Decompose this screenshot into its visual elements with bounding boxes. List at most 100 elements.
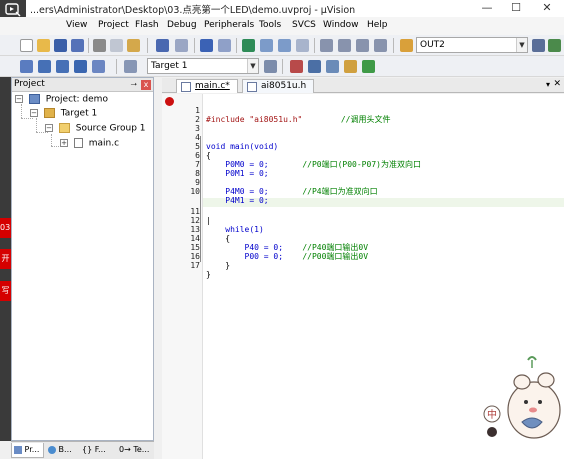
menu-debug[interactable]: Debug	[167, 20, 197, 30]
manage-project-icon[interactable]	[290, 60, 303, 73]
load-icon[interactable]	[92, 60, 105, 73]
code-line: 6 P0M0 = 0; //P0端口(P00-P07)为准双向口	[195, 151, 421, 169]
batch-build-icon[interactable]	[74, 60, 87, 73]
target-combo[interactable]: Target 1 ▼	[147, 58, 259, 74]
menu-svcs[interactable]: SVCS	[292, 20, 316, 30]
tab-label: 0→ Te...	[119, 445, 150, 454]
tree-item-label: Project: demo	[45, 94, 108, 105]
background-label: 开	[0, 249, 11, 269]
cartoon-sticker-icon: 中	[483, 356, 561, 439]
unindent-icon[interactable]	[338, 39, 351, 52]
tree-item-target[interactable]: − Target 1	[30, 108, 97, 122]
copy-icon[interactable]	[110, 39, 123, 52]
chevron-down-icon[interactable]: ▼	[247, 59, 258, 73]
pack-installer-icon[interactable]	[344, 60, 357, 73]
tab-templates[interactable]: 0→ Te...	[117, 443, 153, 458]
configure-icon[interactable]	[548, 39, 561, 52]
tree-item-source-group[interactable]: − Source Group 1	[45, 123, 146, 137]
pin-icon[interactable]: ⭢	[131, 79, 137, 89]
sticker-badge: 中	[487, 408, 497, 421]
tab-functions[interactable]: {} F...	[80, 443, 116, 458]
translate-icon[interactable]	[20, 60, 33, 73]
save-icon[interactable]	[54, 39, 67, 52]
code-line: 4 void main(void)	[195, 133, 279, 151]
books-icon	[48, 445, 56, 454]
collapse-icon[interactable]: −	[15, 95, 23, 103]
project-panel: Project ⭢ x − Project: demo − Target 1 −…	[11, 77, 154, 441]
prev-bookmark-icon[interactable]	[260, 39, 273, 52]
chevron-down-icon[interactable]: ▼	[516, 38, 527, 52]
close-button[interactable]: ✕	[532, 0, 562, 17]
tab-label: Pr...	[24, 445, 40, 454]
collapse-icon[interactable]: −	[30, 109, 38, 117]
manage-rte-icon[interactable]	[326, 60, 339, 73]
project-icon	[14, 445, 22, 454]
open-folder-icon[interactable]	[37, 39, 50, 52]
tab-label: {} F...	[82, 445, 106, 454]
panel-tab-strip: Pr... B... {} F... 0→ Te...	[11, 441, 154, 459]
code-line: 17 }	[190, 261, 211, 279]
close-panel-icon[interactable]: x	[141, 80, 151, 90]
collapse-icon[interactable]: −	[45, 124, 53, 132]
stop-build-icon[interactable]	[124, 60, 137, 73]
tree-item-project[interactable]: − Project: demo	[15, 94, 108, 108]
target-options-icon[interactable]	[264, 60, 277, 73]
menu-help[interactable]: Help	[367, 20, 388, 30]
code-line: 1 #include "ai8051u.h" //调用头文件	[195, 106, 391, 124]
undo-icon[interactable]	[156, 39, 169, 52]
rebuild-icon[interactable]	[56, 60, 69, 73]
find-combo-value: OUT2	[420, 40, 445, 50]
cut-icon[interactable]	[93, 39, 106, 52]
find-in-files-icon[interactable]	[400, 39, 413, 52]
code-line: 3	[195, 124, 200, 133]
tree-item-file[interactable]: + main.c	[60, 138, 119, 152]
minimize-button[interactable]: —	[472, 0, 502, 17]
editor-tab-strip: main.c* ai8051u.h ▾ ✕	[162, 78, 564, 93]
menu-bar: View Project Flash Debug Peripherals Too…	[0, 17, 564, 35]
code-line: 14 P40 = 0; //P40端口输出0V	[190, 234, 369, 252]
tab-ai8051u-h[interactable]: ai8051u.h	[242, 79, 314, 93]
text-cursor: |	[206, 216, 211, 225]
background-label: 写	[0, 281, 11, 301]
find-combo[interactable]: OUT2 ▼	[416, 37, 528, 53]
project-icon	[28, 94, 40, 104]
file-toolbar: OUT2 ▼	[0, 35, 564, 56]
expand-icon[interactable]: +	[60, 139, 68, 147]
c-file-icon	[181, 82, 191, 92]
tab-books[interactable]: B...	[46, 443, 76, 458]
select-packs-icon[interactable]	[308, 60, 321, 73]
new-file-icon[interactable]	[20, 39, 33, 52]
bookmark-icon[interactable]	[242, 39, 255, 52]
find-icon[interactable]	[532, 39, 545, 52]
redo-icon[interactable]	[175, 39, 188, 52]
nav-forward-icon[interactable]	[218, 39, 231, 52]
tab-main-c[interactable]: main.c*	[176, 79, 238, 93]
tab-list-dropdown-icon[interactable]: ▾	[546, 80, 550, 89]
menu-tools[interactable]: Tools	[259, 20, 281, 30]
event-recorder-icon[interactable]	[362, 60, 375, 73]
nav-back-icon[interactable]	[200, 39, 213, 52]
target-combo-value: Target 1	[151, 61, 188, 71]
clear-bookmarks-icon[interactable]	[296, 39, 309, 52]
code-line: 15 P00 = 0; //P00端口输出0V	[190, 243, 369, 261]
file-icon	[73, 138, 83, 148]
uncomment-icon[interactable]	[374, 39, 387, 52]
indent-icon[interactable]	[320, 39, 333, 52]
menu-window[interactable]: Window	[323, 20, 359, 30]
code-line: 11 |	[190, 207, 211, 225]
next-bookmark-icon[interactable]	[278, 39, 291, 52]
menu-project[interactable]: Project	[98, 20, 129, 30]
background-label: 03.	[0, 218, 13, 238]
menu-view[interactable]: View	[66, 20, 87, 30]
close-tab-icon[interactable]: ✕	[553, 79, 561, 89]
save-all-icon[interactable]	[71, 39, 84, 52]
build-icon[interactable]	[38, 60, 51, 73]
menu-peripherals[interactable]: Peripherals	[204, 20, 254, 30]
tab-project[interactable]: Pr...	[11, 443, 44, 458]
paste-icon[interactable]	[127, 39, 140, 52]
comment-icon[interactable]	[356, 39, 369, 52]
menu-flash[interactable]: Flash	[135, 20, 159, 30]
maximize-button[interactable]: ☐	[501, 0, 531, 17]
title-bar: ...ers\Administrator\Desktop\03.点亮第一个LED…	[0, 0, 564, 17]
tab-label: B...	[58, 445, 72, 454]
